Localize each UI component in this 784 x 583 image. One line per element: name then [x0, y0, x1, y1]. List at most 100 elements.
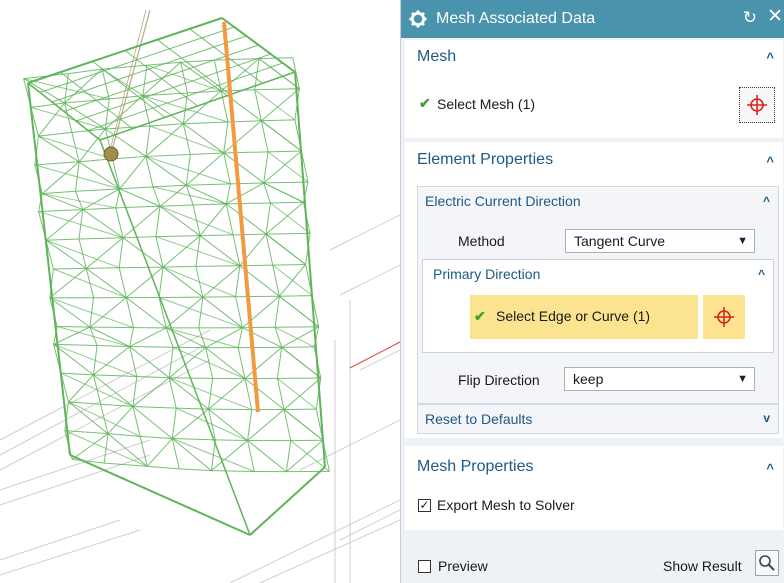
mesh-element-edge — [235, 265, 241, 297]
reset-icon[interactable]: ↻ — [743, 8, 757, 28]
mesh-element-edge — [200, 234, 234, 237]
close-icon[interactable]: ✕ — [767, 7, 783, 27]
background-frame-line — [259, 519, 400, 583]
dialog-title: Mesh Associated Data — [436, 10, 596, 27]
mesh-element-edge — [146, 438, 173, 467]
mesh-element-edge — [193, 203, 227, 206]
mesh-properties-header[interactable]: Mesh Properties ^ — [405, 446, 783, 480]
mesh-element-edge — [159, 184, 187, 207]
mesh-element-edge — [157, 39, 231, 96]
export-mesh-checkbox[interactable]: ✓ — [418, 499, 431, 512]
probe-ball — [103, 146, 119, 162]
mesh-element-edge — [41, 161, 80, 195]
flip-direction-dropdown[interactable]: keep ▼ — [564, 367, 755, 391]
mesh-element-edge — [64, 98, 110, 104]
mesh-element-edge — [223, 151, 269, 154]
export-mesh-label[interactable]: Export Mesh to Solver — [437, 497, 575, 513]
crosshair-icon — [747, 95, 767, 115]
chevron-up-icon[interactable]: ^ — [766, 50, 774, 65]
show-result-label[interactable]: Show Result — [663, 558, 742, 574]
chevron-up-icon[interactable]: ^ — [758, 267, 765, 281]
mesh-element-edge — [163, 265, 196, 268]
method-dropdown[interactable]: Tangent Curve ▼ — [565, 229, 755, 253]
mesh-element-edge — [119, 266, 164, 269]
mesh-element-edge — [93, 374, 137, 378]
mesh-element-edge — [254, 88, 300, 91]
mesh-element-edge — [168, 347, 206, 379]
mesh-element-edge — [119, 156, 147, 190]
select-edge-row[interactable]: ✔ Select Edge or Curve (1) — [470, 295, 698, 339]
mesh-element-edge — [93, 346, 130, 376]
mesh-element-edge — [38, 135, 80, 163]
reset-to-defaults-group[interactable]: Reset to Defaults v — [417, 404, 779, 434]
mesh-element-edge — [266, 232, 311, 235]
mesh-element-edge — [215, 439, 248, 442]
mesh-element-edge — [57, 326, 90, 328]
chevron-up-icon[interactable]: ^ — [766, 461, 774, 476]
mesh-element-edge — [75, 53, 271, 122]
mesh-element-edge — [45, 238, 80, 241]
mesh-element-edge — [105, 125, 150, 130]
mesh-element-edge — [145, 123, 184, 157]
show-result-button[interactable] — [755, 550, 779, 576]
mesh-element-edge — [119, 188, 161, 207]
axis-line — [349, 341, 400, 369]
mesh-element-edge — [263, 151, 269, 183]
check-icon: ✔ — [419, 95, 431, 111]
mesh-element-edge — [158, 267, 164, 298]
mesh-element-edge — [122, 205, 161, 239]
primary-direction-title[interactable]: Primary Direction — [433, 266, 540, 282]
mesh-element-edge — [38, 209, 83, 212]
mesh-element-edge — [87, 62, 283, 131]
mesh-element-edge — [202, 265, 241, 298]
mesh-element-edge — [38, 131, 72, 137]
mesh-wireframe-view[interactable] — [0, 0, 400, 583]
mesh-element-edge — [49, 267, 87, 299]
electric-current-direction-title[interactable]: Electric Current Direction — [425, 193, 581, 209]
reset-to-defaults-title[interactable]: Reset to Defaults — [425, 411, 532, 427]
mesh-element-edge — [156, 235, 201, 238]
mesh-properties-section: Mesh Properties ^ ✓ Export Mesh to Solve… — [405, 446, 783, 530]
mesh-element-edge — [132, 406, 173, 439]
gear-icon — [409, 10, 427, 28]
element-properties-header[interactable]: Element Properties ^ — [405, 142, 783, 176]
select-mesh-button[interactable] — [739, 87, 775, 123]
mesh-section-header[interactable]: Mesh ^ — [405, 40, 783, 74]
mesh-element-edge — [274, 296, 280, 328]
mesh-element-edge — [86, 267, 120, 269]
mesh-element-edge — [129, 346, 174, 348]
mesh-edge — [294, 71, 326, 468]
select-edge-button[interactable] — [703, 295, 745, 339]
mesh-element-edge — [261, 119, 295, 122]
preview-label[interactable]: Preview — [438, 558, 488, 574]
mesh-element-edge — [263, 150, 302, 184]
mesh-associated-data-dialog: Mesh Associated Data ↻ ✕ Mesh ^ ✔ Select… — [400, 0, 784, 583]
select-edge-label[interactable]: Select Edge or Curve (1) — [496, 308, 650, 324]
mesh-element-edge — [149, 123, 184, 127]
mesh-element-edge — [64, 68, 103, 104]
mesh-element-edge — [225, 183, 231, 204]
graphics-viewport[interactable] — [0, 0, 400, 583]
mesh-element-edge — [30, 102, 65, 108]
mesh-element-edge — [75, 188, 120, 192]
chevron-up-icon[interactable]: ^ — [766, 154, 774, 169]
mesh-element-edge — [129, 327, 134, 347]
mesh-element-edge — [258, 58, 300, 90]
chevron-down-icon[interactable]: v — [763, 411, 770, 425]
mesh-element-edge — [107, 406, 134, 435]
mesh-element-edge — [140, 435, 173, 440]
mesh-element-edge — [179, 468, 212, 472]
mesh-element-edge — [270, 202, 311, 234]
mesh-element-edge — [171, 408, 177, 439]
dropdown-arrow-icon: ▼ — [737, 373, 748, 385]
chevron-up-icon[interactable]: ^ — [763, 194, 770, 208]
preview-checkbox[interactable] — [418, 560, 431, 573]
mesh-element-edge — [247, 409, 285, 441]
mesh-element-edge — [183, 121, 228, 125]
mesh-element-edge — [60, 372, 94, 376]
mesh-element-edge — [261, 88, 300, 122]
mesh-element-edge — [270, 201, 304, 204]
select-mesh-label[interactable]: Select Mesh (1) — [437, 96, 535, 112]
element-properties-section: Element Properties ^ Electric Current Di… — [405, 142, 783, 438]
mesh-element-edge — [226, 182, 264, 205]
